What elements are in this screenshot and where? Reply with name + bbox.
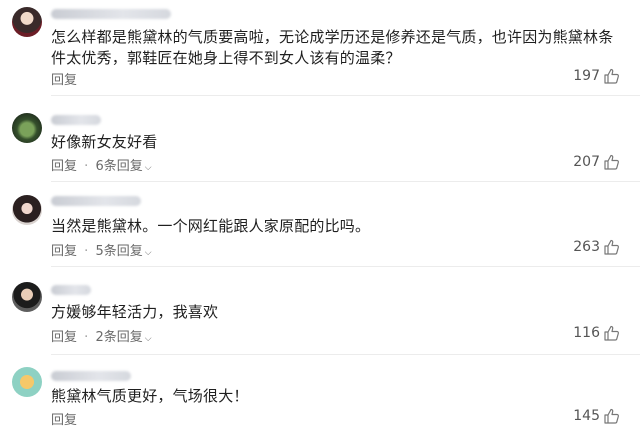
comment-item: 怎么样都是熊黛林的气质要高啦，无论成学历还是修养还是气质，也许因为熊黛林条件太优… — [0, 0, 640, 96]
like-button[interactable]: 263 — [573, 239, 620, 255]
thumbs-up-icon — [604, 239, 619, 255]
reply-button[interactable]: 回复 — [51, 413, 77, 428]
chevron-down-icon: ⌵ — [144, 163, 152, 173]
comment-actions: 回复 · 2条回复 ⌵ — [51, 326, 152, 345]
reply-count: 5条回复 — [95, 244, 143, 259]
comment-actions: 回复 — [51, 69, 77, 88]
comment-text: 方媛够年轻活力，我喜欢 — [51, 303, 219, 321]
comment-actions: 回复 · 6条回复 ⌵ — [51, 155, 152, 174]
like-count: 116 — [573, 325, 600, 341]
chevron-down-icon: ⌵ — [144, 248, 152, 258]
username[interactable] — [51, 285, 91, 295]
username[interactable] — [51, 371, 131, 381]
like-button[interactable]: 197 — [573, 68, 620, 84]
like-count: 145 — [573, 408, 600, 424]
avatar[interactable] — [12, 367, 42, 397]
separator-dot: · — [84, 244, 89, 259]
comment-actions: 回复 — [51, 409, 77, 428]
avatar[interactable] — [12, 282, 42, 312]
thumbs-up-icon — [604, 408, 619, 424]
username[interactable] — [51, 9, 171, 19]
username[interactable] — [51, 115, 101, 125]
thumbs-up-icon — [604, 68, 619, 84]
username[interactable] — [51, 196, 141, 206]
reply-button[interactable]: 回复 — [51, 159, 77, 174]
reply-button[interactable]: 回复 — [51, 73, 77, 88]
comment-item: 熊黛林气质更好，气场很大！ 回复 145 — [0, 355, 640, 446]
view-replies-button[interactable]: 5条回复 ⌵ — [95, 244, 151, 259]
comment-item: 方媛够年轻活力，我喜欢 回复 · 2条回复 ⌵ 116 — [0, 267, 640, 355]
avatar[interactable] — [12, 7, 42, 37]
reply-button[interactable]: 回复 — [51, 244, 77, 259]
comment-item: 好像新女友好看 回复 · 6条回复 ⌵ 207 — [0, 96, 640, 182]
view-replies-button[interactable]: 2条回复 ⌵ — [95, 330, 151, 345]
reply-button[interactable]: 回复 — [51, 330, 77, 345]
chevron-down-icon: ⌵ — [144, 334, 152, 344]
like-count: 207 — [573, 154, 600, 170]
like-button[interactable]: 207 — [573, 154, 620, 170]
view-replies-button[interactable]: 6条回复 ⌵ — [95, 159, 151, 174]
avatar[interactable] — [12, 195, 42, 225]
like-button[interactable]: 145 — [573, 408, 620, 424]
comment-actions: 回复 · 5条回复 ⌵ — [51, 240, 152, 259]
thumbs-up-icon — [604, 325, 619, 341]
separator-dot: · — [84, 159, 89, 174]
reply-count: 6条回复 — [95, 159, 143, 174]
avatar[interactable] — [12, 113, 42, 143]
reply-count: 2条回复 — [95, 330, 143, 345]
comment-item: 当然是熊黛林。一个网红能跟人家原配的比吗。 回复 · 5条回复 ⌵ 263 — [0, 182, 640, 267]
comment-text: 熊黛林气质更好，气场很大！ — [51, 387, 249, 405]
thumbs-up-icon — [604, 154, 619, 170]
separator-dot: · — [84, 330, 89, 345]
like-button[interactable]: 116 — [573, 325, 620, 341]
like-count: 263 — [573, 239, 600, 255]
like-count: 197 — [573, 68, 600, 84]
comment-text: 好像新女友好看 — [51, 133, 158, 151]
comment-text: 怎么样都是熊黛林的气质要高啦，无论成学历还是修养还是气质，也许因为熊黛林条件太优… — [51, 28, 614, 67]
comment-text: 当然是熊黛林。一个网红能跟人家原配的比吗。 — [51, 217, 371, 235]
